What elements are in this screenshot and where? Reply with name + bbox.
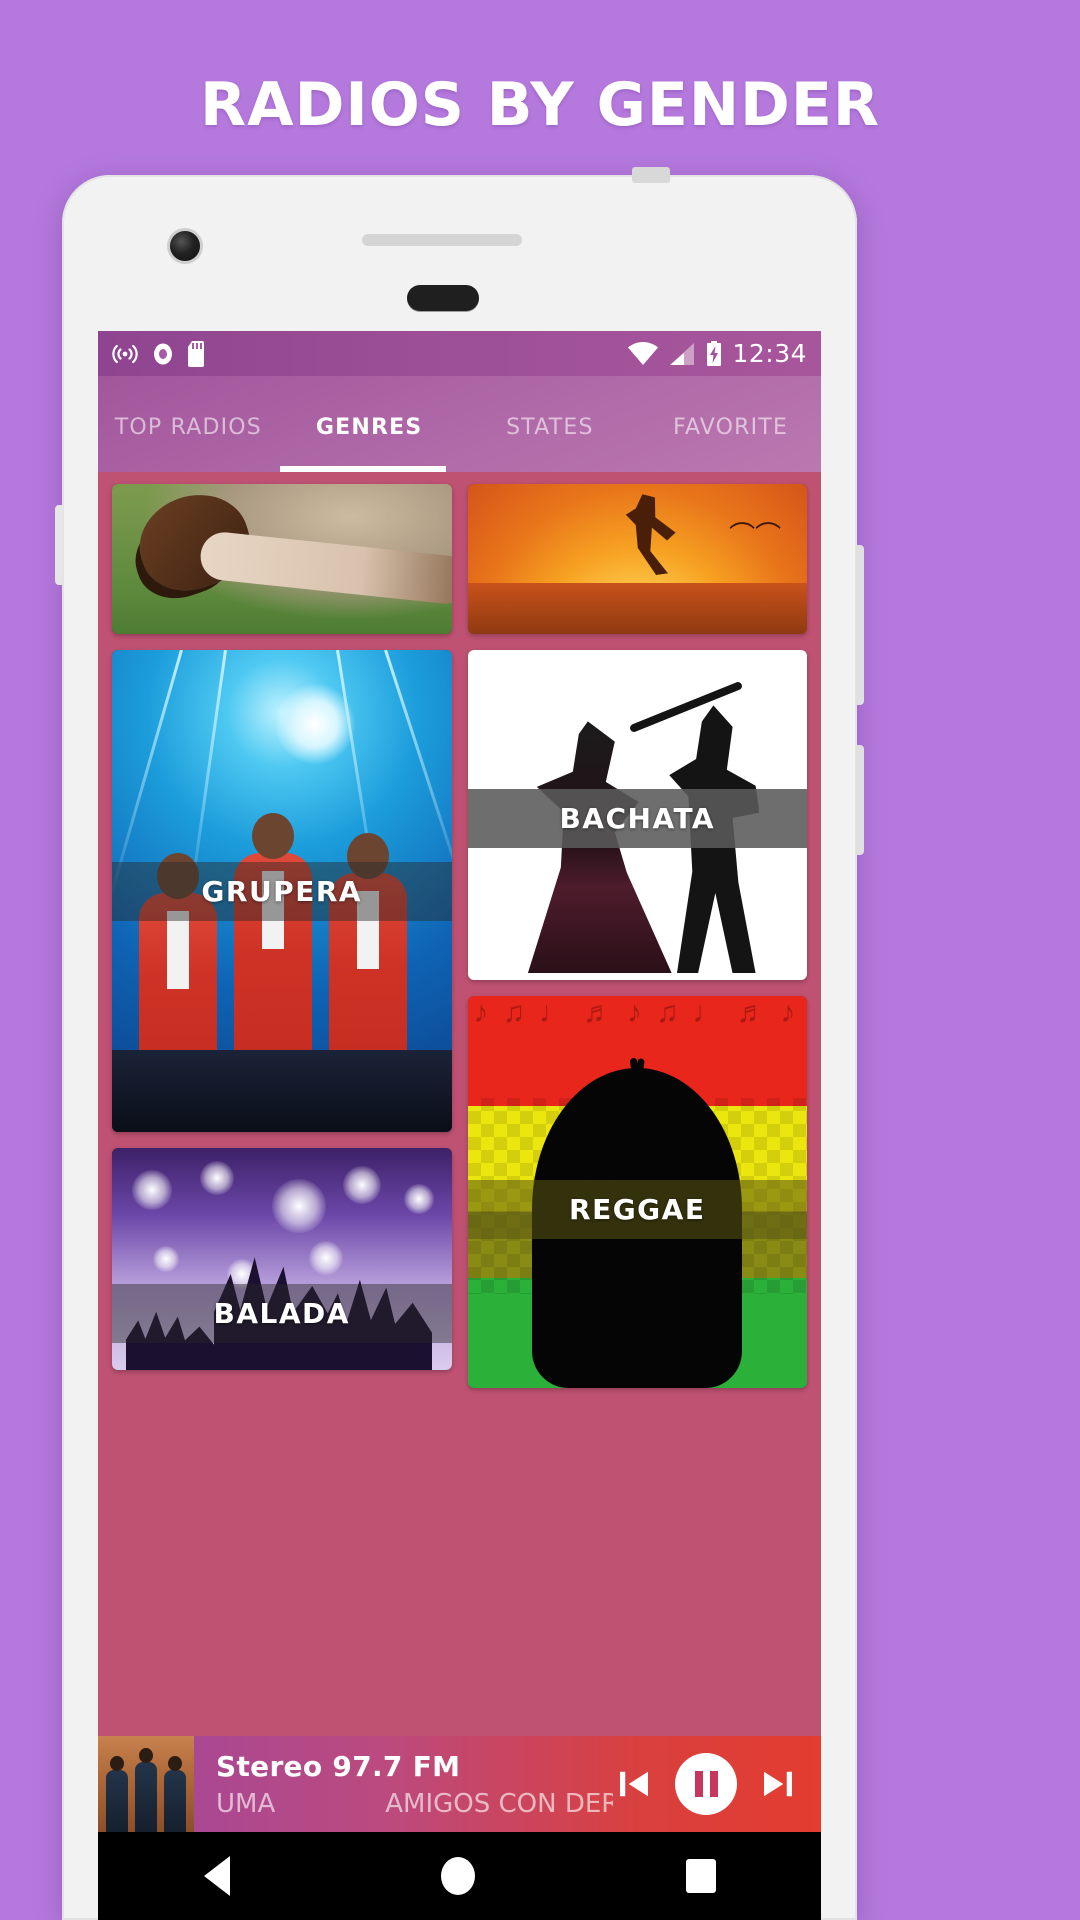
genres-column-right: ︵︵ BACHATA ♪♫♩♬♪♫♩♬♪ REGGAE — [467, 484, 807, 1388]
player-station-name: Stereo 97.7 FM — [216, 1749, 461, 1783]
earpiece-speaker — [362, 234, 522, 246]
genre-card-label-reggae: REGGAE — [467, 1180, 807, 1240]
android-nav-bar — [98, 1832, 821, 1920]
phone-device-frame: 12:34 TOP RADIOS GENRES STATES FAVORITE — [55, 167, 864, 1920]
status-bar-right-icons: 12:34 — [627, 339, 807, 368]
pause-icon[interactable] — [675, 1753, 737, 1815]
genres-grid: GRUPERA BALADA ︵︵ BACHATA ♪♫♩♬♪♫♩♬♪ REGG… — [112, 484, 807, 1388]
sd-card-icon — [188, 340, 204, 367]
tab-states[interactable]: STATES — [460, 409, 641, 440]
tab-top-radios[interactable]: TOP RADIOS — [98, 409, 279, 440]
genre-card-reggae[interactable]: ♪♫♩♬♪♫♩♬♪♫♩♬♪♫♩♬♪♫♩♬♪♫♩♬ — [467, 996, 807, 1388]
home-button[interactable] — [407, 285, 479, 311]
home-circle-icon[interactable] — [440, 1857, 475, 1895]
status-bar: 12:34 — [98, 331, 821, 376]
player-text-block: Stereo 97.7 FM UMA AMIGOS CON DER — [194, 1750, 613, 1819]
wifi-icon — [628, 341, 659, 365]
genre-card-country[interactable] — [112, 484, 452, 634]
player-controls — [613, 1753, 821, 1815]
genres-grid-container[interactable]: GRUPERA BALADA ︵︵ BACHATA ♪♫♩♬♪♫♩♬♪ REGG… — [98, 472, 821, 1786]
side-button-left[interactable] — [55, 505, 63, 585]
genre-artwork-sunset: ︵︵ — [467, 484, 807, 634]
genre-card-balada[interactable]: BALADA — [112, 1148, 452, 1370]
front-camera-icon — [167, 228, 203, 264]
genre-card-label-bachata: BACHATA — [467, 788, 807, 848]
status-bar-left-icons — [112, 340, 208, 367]
genres-column-left: GRUPERA BALADA — [112, 484, 452, 1388]
antenna-nub — [632, 167, 670, 183]
page-title: RADIOS BY GENDER — [199, 70, 881, 140]
player-subtitle-right: AMIGOS CON DER — [385, 1788, 613, 1819]
skip-previous-icon[interactable] — [613, 1763, 655, 1805]
tab-genres[interactable]: GENRES — [279, 409, 460, 440]
player-subtitle-left: UMA — [216, 1788, 276, 1819]
back-triangle-icon[interactable] — [203, 1856, 230, 1896]
battery-charging-icon — [707, 340, 722, 366]
status-bar-clock: 12:34 — [732, 339, 807, 368]
avatar — [98, 1736, 194, 1832]
genre-card-grupera[interactable]: GRUPERA — [112, 650, 452, 1132]
mini-player-bar[interactable]: Stereo 97.7 FM UMA AMIGOS CON DER — [98, 1736, 821, 1832]
skip-next-icon[interactable] — [757, 1763, 799, 1805]
genre-card-bachata[interactable]: BACHATA — [467, 650, 807, 980]
genre-card-label-balada: BALADA — [112, 1284, 452, 1344]
tab-favorite[interactable]: FAVORITE — [640, 409, 821, 440]
genre-card-sunset[interactable]: ︵︵ — [467, 484, 807, 634]
phone-screen: 12:34 TOP RADIOS GENRES STATES FAVORITE — [98, 331, 821, 1920]
broadcast-icon — [112, 344, 138, 363]
genre-artwork-country — [112, 484, 452, 634]
player-now-playing: UMA AMIGOS CON DER — [216, 1789, 613, 1819]
volume-button[interactable] — [856, 545, 864, 705]
power-button[interactable] — [856, 745, 864, 855]
tab-bar: TOP RADIOS GENRES STATES FAVORITE — [98, 376, 821, 472]
recents-square-icon[interactable] — [685, 1859, 716, 1893]
genre-card-label-grupera: GRUPERA — [112, 862, 452, 922]
signal-icon — [670, 342, 695, 365]
record-icon — [154, 343, 172, 364]
